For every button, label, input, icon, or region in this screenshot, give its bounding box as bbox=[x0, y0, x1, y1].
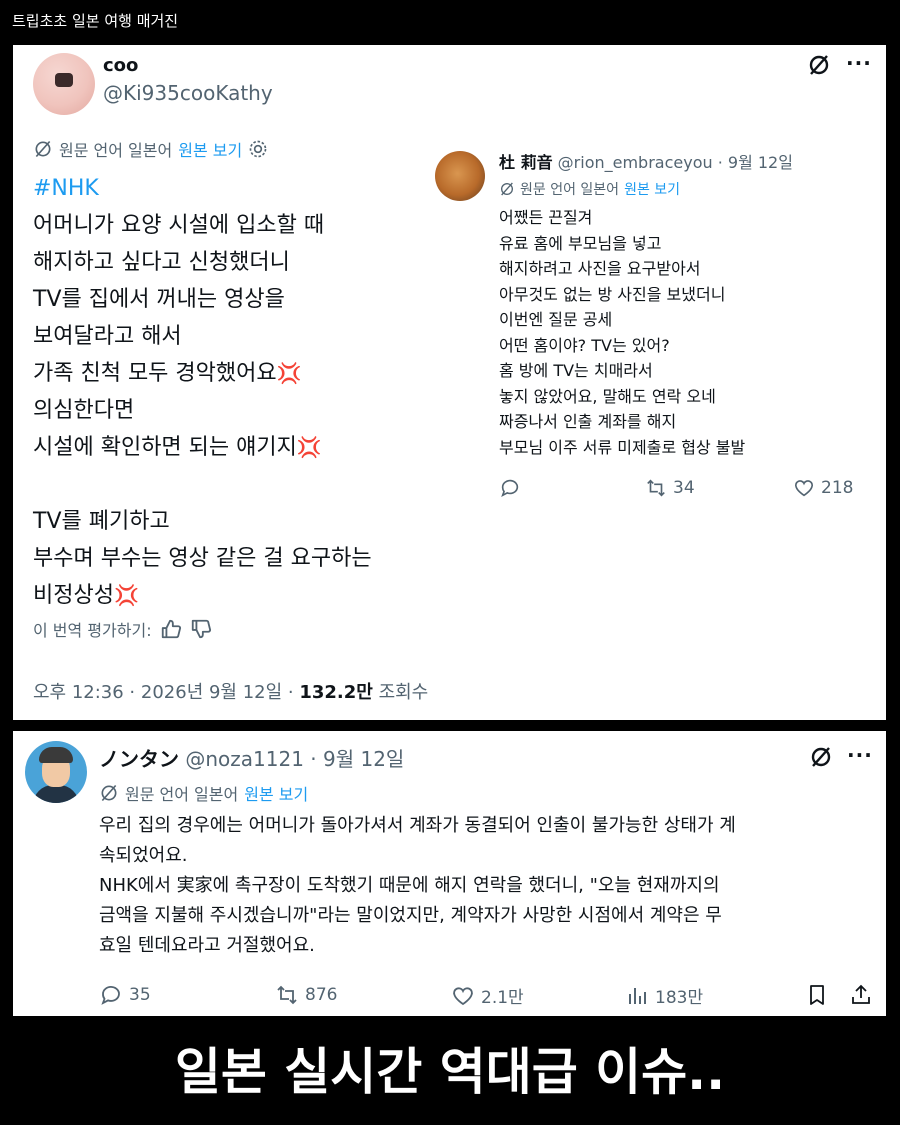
translation-label: 원문 언어 일본어 bbox=[520, 182, 620, 198]
tweet-line-with-emoji: 비정상성💢 bbox=[33, 583, 139, 608]
anger-emoji: 💢 bbox=[113, 583, 139, 607]
more-icon[interactable]: ··· bbox=[846, 51, 872, 75]
translation-label: 원문 언어 일본어 bbox=[59, 141, 173, 160]
reply-line: 이번엔 질문 공세 bbox=[499, 310, 613, 329]
anger-emoji: 💢 bbox=[296, 435, 322, 459]
translate-off-icon bbox=[101, 784, 117, 802]
tweet-line: NHK에서 実家에 촉구장이 도착했기 때문에 해지 연락을 했더니, "오늘 … bbox=[99, 875, 720, 896]
avatar[interactable] bbox=[25, 741, 87, 803]
retweet-icon bbox=[277, 985, 297, 1005]
reply-line: 부모님 이주 서류 미제출로 협상 불발 bbox=[499, 437, 746, 457]
tweet-line: 의심한다면 bbox=[33, 398, 135, 423]
thumbs-up-icon[interactable] bbox=[160, 618, 182, 640]
tweet-card-coo: coo @Ki935cooKathy ··· 원문 언어 일본어 원본 보기 #… bbox=[13, 45, 886, 720]
gear-icon[interactable] bbox=[248, 139, 268, 159]
tweet-line: 어머니가 요양 시설에 입소할 때 bbox=[33, 213, 325, 238]
reply-line: 아무것도 없는 방 사진을 보냈더니 bbox=[499, 284, 726, 304]
translate-off-icon[interactable] bbox=[807, 53, 831, 77]
tweet-line: 금액을 지불해 주시겠습니까"라는 말이었지만, 계약자가 사망한 시점에서 계… bbox=[99, 905, 722, 926]
tweet-card-nontan: ノンタン @noza1121 · 9월 12일 ··· 원문 언어 일본어 원본… bbox=[13, 731, 886, 1016]
timestamp[interactable]: 오후 12:36 · 2026년 9월 12일 · bbox=[33, 682, 299, 703]
reply-line: 해지하려고 사진을 요구받아서 bbox=[499, 259, 701, 278]
view-label: 조회수 bbox=[372, 682, 429, 703]
heart-icon bbox=[453, 986, 473, 1005]
display-name[interactable]: coo bbox=[103, 55, 138, 76]
tweet-line: 부수며 부수는 영상 같은 걸 요구하는 bbox=[33, 546, 372, 571]
reply-line: 유료 홈에 부모님을 넣고 bbox=[499, 233, 662, 253]
tweet-body: 우리 집의 경우에는 어머니가 돌아가셔서 계좌가 동결되어 인출이 불가능한 … bbox=[99, 811, 879, 961]
translation-row: 원문 언어 일본어 원본 보기 bbox=[99, 781, 308, 805]
tweet-line: 우리 집의 경우에는 어머니가 돌아가셔서 계좌가 동결되어 인출이 불가능한 … bbox=[99, 815, 736, 836]
translation-row: 원문 언어 일본어 원본 보기 bbox=[33, 137, 268, 161]
tweet-line: TV를 폐기하고 bbox=[33, 509, 170, 534]
show-original-link[interactable]: 원본 보기 bbox=[624, 179, 680, 199]
reply-header: 杜 莉音 @rion_embraceyou · 9월 12일 bbox=[499, 149, 793, 173]
display-name[interactable]: ノンタン bbox=[99, 747, 179, 771]
show-original-link[interactable]: 원본 보기 bbox=[244, 781, 308, 805]
tweet-meta: 오후 12:36 · 2026년 9월 12일 · 132.2만 조회수 bbox=[33, 678, 428, 704]
reply-line: 어떤 홈이야? TV는 있어? bbox=[499, 335, 670, 355]
heart-icon bbox=[794, 480, 814, 497]
reply-count: 35 bbox=[129, 985, 151, 1005]
anger-emoji: 💢 bbox=[276, 361, 302, 385]
tweet-line: 해지하고 싶다고 신청했더니 bbox=[33, 250, 290, 275]
tweet-header: ノンタン @noza1121 · 9월 12일 bbox=[99, 743, 404, 772]
hashtag-link[interactable]: #NHK bbox=[33, 170, 372, 207]
translation-row: 원문 언어 일본어 원본 보기 bbox=[499, 179, 680, 199]
translate-off-icon[interactable] bbox=[809, 745, 833, 769]
translate-off-icon bbox=[35, 140, 51, 158]
reply-body: 어쨌든 끈질겨 유료 홈에 부모님을 넣고 해지하려고 사진을 요구받아서 아무… bbox=[499, 205, 745, 460]
retweet-count: 34 bbox=[673, 478, 695, 498]
bookmark-icon[interactable] bbox=[805, 983, 829, 1007]
tweet-line: 효일 텐데요라고 거절했어요. bbox=[99, 935, 315, 956]
rate-translation-label: 이 번역 평가하기: bbox=[33, 621, 152, 640]
avatar[interactable] bbox=[33, 53, 95, 115]
tweet-line: TV를 집에서 꺼내는 영상을 bbox=[33, 287, 285, 312]
bar-chart-icon bbox=[629, 987, 646, 1004]
reply-button[interactable]: 35 bbox=[99, 983, 151, 1007]
tweet-line: 보여달라고 해서 bbox=[33, 324, 182, 349]
like-button[interactable]: 218 bbox=[793, 477, 853, 499]
avatar[interactable] bbox=[435, 151, 485, 201]
tweet-line-with-emoji: 시설에 확인하면 되는 얘기지💢 bbox=[33, 435, 322, 460]
more-icon[interactable]: ··· bbox=[847, 743, 873, 767]
handle-date: @noza1121 · 9월 12일 bbox=[179, 747, 405, 771]
display-name[interactable]: 杜 莉音 bbox=[499, 153, 553, 172]
reply-line: 놓지 않았어요, 말해도 연락 오네 bbox=[499, 386, 716, 406]
translation-label: 원문 언어 일본어 bbox=[125, 785, 239, 804]
translate-off-icon bbox=[501, 182, 513, 196]
thumbs-down-icon[interactable] bbox=[190, 618, 212, 640]
reply-tweet[interactable]: 杜 莉音 @rion_embraceyou · 9월 12일 원문 언어 일본어… bbox=[435, 143, 875, 513]
show-original-link[interactable]: 원본 보기 bbox=[178, 137, 242, 161]
rate-translation-row: 이 번역 평가하기: bbox=[33, 617, 212, 641]
like-count: 218 bbox=[821, 478, 854, 498]
like-button[interactable]: 2.1만 bbox=[451, 983, 524, 1008]
retweet-count: 876 bbox=[305, 985, 338, 1005]
tweet-line: 속되었어요. bbox=[99, 845, 188, 866]
retweet-button[interactable]: 876 bbox=[275, 983, 337, 1007]
tweet-body: #NHK 어머니가 요양 시설에 입소할 때 해지하고 싶다고 신청했더니 TV… bbox=[33, 170, 372, 614]
reply-line: 홈 방에 TV는 치매라서 bbox=[499, 361, 653, 380]
retweet-icon bbox=[647, 479, 665, 497]
like-count: 2.1만 bbox=[481, 988, 524, 1008]
reply-line: 짜증나서 인출 계좌를 해지 bbox=[499, 412, 677, 431]
user-handle[interactable]: @Ki935cooKathy bbox=[103, 81, 273, 105]
reply-button[interactable] bbox=[499, 477, 521, 499]
reply-icon bbox=[501, 479, 519, 498]
reply-icon bbox=[101, 986, 120, 1005]
retweet-button[interactable]: 34 bbox=[645, 477, 695, 499]
reply-line: 어쨌든 끈질겨 bbox=[499, 208, 593, 227]
view-count: 183만 bbox=[655, 988, 704, 1008]
magazine-title: 트립초초 일본 여행 매거진 bbox=[12, 12, 179, 30]
view-count: 132.2만 bbox=[299, 682, 373, 703]
tweet-line-with-emoji: 가족 친척 모두 경악했어요💢 bbox=[33, 361, 302, 386]
handle-date: @rion_embraceyou · 9월 12일 bbox=[552, 153, 793, 172]
share-icon[interactable] bbox=[849, 983, 873, 1007]
caption-headline: 일본 실시간 역대급 이슈.. bbox=[174, 1043, 726, 1101]
views-button[interactable]: 183만 bbox=[625, 983, 703, 1008]
